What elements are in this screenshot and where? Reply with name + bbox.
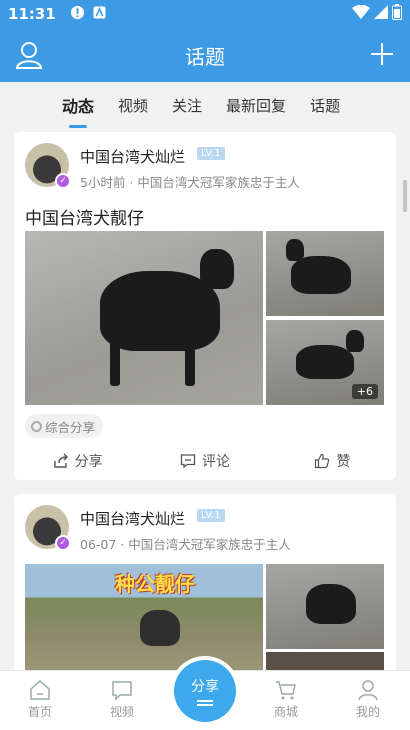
tab-latest-reply[interactable]: 最新回复 <box>226 82 286 128</box>
cart-icon <box>276 681 296 700</box>
wifi-icon <box>352 4 370 23</box>
post-image-main[interactable]: 种公靓仔 <box>25 564 263 684</box>
tab-video[interactable]: 视频 <box>118 82 148 128</box>
thumbs-up-icon <box>315 453 330 469</box>
share-fab-label: 分享 <box>191 679 219 695</box>
home-icon <box>30 679 50 700</box>
level-badge: LV.1 <box>197 147 225 160</box>
status-bar: 11:31 <box>0 0 410 28</box>
more-images-badge: +6 <box>351 384 378 399</box>
nav-mall[interactable]: 商城 <box>256 679 316 720</box>
app-notification-icon <box>93 5 106 23</box>
meta-separator: · <box>116 537 129 552</box>
nav-video[interactable]: 视频 <box>92 679 152 720</box>
nav-mall-label: 商城 <box>273 705 298 719</box>
post-time: 06-07 <box>80 537 117 552</box>
topic-tag[interactable]: 综合分享 <box>25 414 104 438</box>
post-image-thumb[interactable]: +6 <box>266 320 384 405</box>
nav-video-label: 视频 <box>109 705 134 719</box>
meta-separator: · <box>125 175 138 190</box>
image-banner-text: 种公靓仔 <box>115 572 195 596</box>
post-time: 5小时前 <box>80 175 126 190</box>
post-card[interactable]: ✓ 中国台湾犬灿烂 LV.1 06-07 · 中国台湾犬冠军家族忠于主人 种公靓… <box>14 494 396 684</box>
nav-mine[interactable]: 我的 <box>338 679 398 720</box>
user-icon[interactable] <box>14 40 44 70</box>
verified-icon: ✓ <box>55 173 71 189</box>
profile-icon <box>358 680 378 701</box>
page-title: 话题 <box>185 44 225 69</box>
share-icon <box>53 453 68 468</box>
comment-label: 评论 <box>201 454 230 470</box>
like-label: 赞 <box>336 454 351 470</box>
nav-mine-label: 我的 <box>355 705 380 719</box>
dog-head-shape <box>200 249 234 289</box>
post-username[interactable]: 中国台湾犬灿烂 <box>80 508 185 529</box>
share-label: 分享 <box>74 454 103 470</box>
verified-icon: ✓ <box>55 535 71 551</box>
dog-head-shape <box>286 239 304 261</box>
tag-label: 综合分享 <box>45 419 96 435</box>
dog-shape <box>306 584 356 624</box>
nav-home-label: 首页 <box>27 705 52 719</box>
comment-icon <box>180 454 196 469</box>
like-button[interactable]: 赞 <box>269 451 396 471</box>
tag-icon <box>31 420 42 432</box>
dog-leg-shape <box>185 336 195 386</box>
app-bar: 话题 <box>0 28 410 82</box>
menu-lines-icon <box>197 700 213 706</box>
dog-leg-shape <box>110 336 120 386</box>
dog-shape <box>291 256 351 294</box>
alert-icon <box>70 5 85 24</box>
scrollbar[interactable] <box>403 180 407 212</box>
share-button[interactable]: 分享 <box>14 451 141 471</box>
feed-tabs: 动态 视频 关注 最新回复 话题 <box>0 82 410 128</box>
post-actions: 分享 评论 赞 <box>14 446 396 476</box>
signal-icon <box>374 5 388 23</box>
plus-icon[interactable] <box>368 40 396 68</box>
battery-icon <box>392 4 402 24</box>
post-title[interactable]: 中国台湾犬靓仔 <box>25 204 144 229</box>
share-fab-button[interactable]: 分享 <box>174 660 236 722</box>
tab-topics[interactable]: 话题 <box>310 82 340 128</box>
post-username[interactable]: 中国台湾犬灿烂 <box>80 146 185 167</box>
level-badge: LV.1 <box>197 509 225 522</box>
post-meta: 06-07 · 中国台湾犬冠军家族忠于主人 <box>80 534 291 553</box>
nav-home[interactable]: 首页 <box>10 679 70 720</box>
post-image-thumb[interactable] <box>266 231 384 316</box>
tab-dynamic[interactable]: 动态 <box>62 82 94 128</box>
avatar[interactable]: ✓ <box>25 505 71 551</box>
tab-following[interactable]: 关注 <box>172 82 202 128</box>
comment-button[interactable]: 评论 <box>141 451 268 471</box>
post-group[interactable]: 中国台湾犬冠军家族忠于主人 <box>137 175 300 190</box>
dog-head-shape <box>346 330 364 352</box>
post-card[interactable]: ✓ 中国台湾犬灿烂 LV.1 5小时前 · 中国台湾犬冠军家族忠于主人 中国台湾… <box>14 132 396 480</box>
post-meta: 5小时前 · 中国台湾犬冠军家族忠于主人 <box>80 172 300 191</box>
dog-shape <box>140 610 180 646</box>
avatar[interactable]: ✓ <box>25 143 71 189</box>
post-group[interactable]: 中国台湾犬冠军家族忠于主人 <box>128 537 291 552</box>
status-time: 11:31 <box>8 5 56 23</box>
post-image-main[interactable] <box>25 231 263 405</box>
post-image-thumb[interactable] <box>266 564 384 649</box>
dog-shape <box>296 345 354 379</box>
video-icon <box>112 681 132 701</box>
